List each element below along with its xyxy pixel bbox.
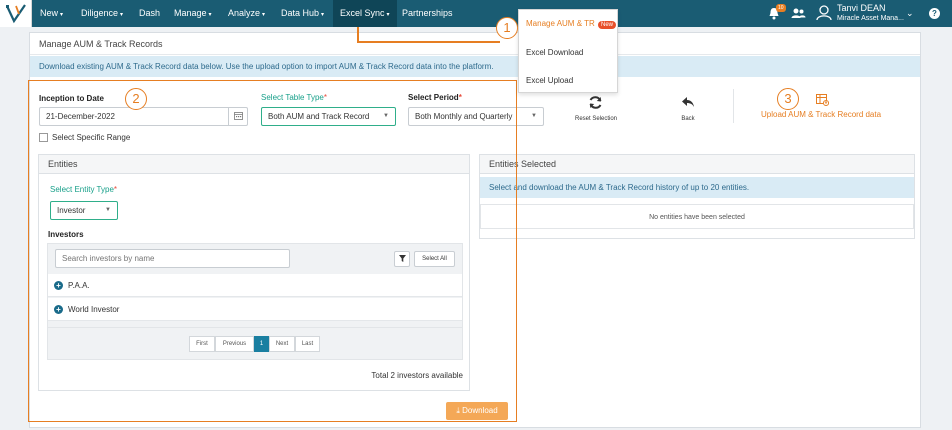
reset-refresh-icon[interactable] [588, 95, 603, 112]
nav-excel-sync[interactable]: Excel Sync ▾ [333, 0, 397, 27]
annotation-marker-1: 1 [496, 17, 518, 39]
upload-spreadsheet-icon[interactable] [816, 94, 830, 108]
upload-aum-track-record-link[interactable]: Upload AUM & Track Record data [761, 110, 881, 119]
team-users-icon[interactable] [791, 8, 806, 21]
empty-selection-message: No entities have been selected [480, 204, 914, 229]
nav-new[interactable]: New ▾ [40, 0, 63, 27]
menu-item-excel-upload[interactable]: Excel Upload [526, 76, 573, 85]
user-avatar-icon[interactable] [815, 4, 833, 24]
top-nav-bar: New ▾ Diligence ▾ Dash Manage ▾ Analyze ▾ Da… [0, 0, 952, 27]
nav-dash[interactable]: Dash [139, 0, 160, 27]
user-menu-chevron-icon[interactable]: ⌄ [906, 8, 914, 19]
annotation-marker-2: 2 [125, 88, 147, 110]
nav-analyze[interactable]: Analyze ▾ [228, 0, 265, 27]
excel-sync-dropdown-menu: Manage AUM & TR New Excel Download Excel… [518, 9, 618, 93]
menu-item-label: Manage AUM & TR [526, 19, 595, 28]
nav-manage[interactable]: Manage ▾ [174, 0, 212, 27]
back-arrow-icon[interactable] [681, 96, 695, 110]
divider [733, 89, 734, 123]
notification-count-badge: 10 [776, 4, 786, 12]
entities-selected-title: Entities Selected [480, 155, 914, 174]
nav-partnerships[interactable]: Partnerships [402, 0, 453, 27]
nav-diligence[interactable]: Diligence ▾ [81, 0, 123, 27]
annotation-connector-line [357, 27, 359, 42]
chevron-down-icon: ▼ [528, 108, 537, 125]
annotation-connector-line [357, 41, 500, 43]
annotation-highlight-box [28, 80, 517, 422]
page-info-banner: Download existing AUM & Track Record dat… [30, 56, 920, 77]
selected-info-banner: Select and download the AUM & Track Reco… [480, 177, 914, 198]
new-badge: New [598, 21, 617, 29]
user-organization: Miracle Asset Mana... [837, 15, 904, 22]
menu-item-manage-aum-tr[interactable]: Manage AUM & TR New [526, 19, 617, 29]
user-name[interactable]: Tanvi DEAN [837, 3, 886, 13]
app-logo[interactable] [0, 0, 32, 27]
annotation-marker-3: 3 [777, 88, 799, 110]
back-button[interactable]: Back [673, 116, 703, 122]
help-icon[interactable]: ? [929, 8, 940, 19]
nav-data-hub[interactable]: Data Hub ▾ [281, 0, 324, 27]
page-title: Manage AUM & Track Records [30, 33, 920, 55]
menu-item-excel-download[interactable]: Excel Download [526, 48, 583, 57]
entities-selected-panel: Entities Selected Select and download th… [479, 154, 915, 239]
reset-selection-button[interactable]: Reset Selection [572, 116, 620, 122]
